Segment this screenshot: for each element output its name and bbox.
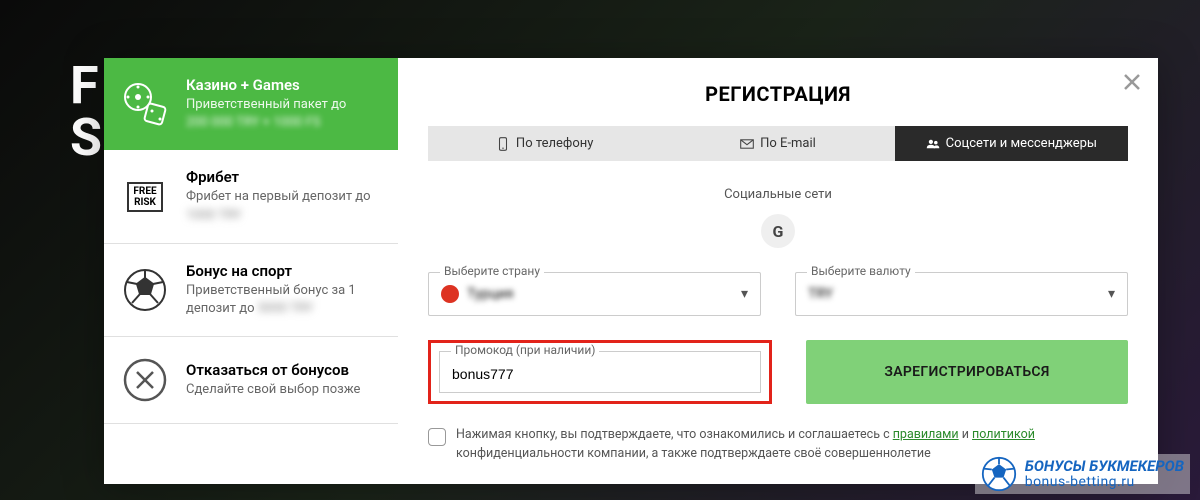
social-networks-label: Социальные сети	[428, 187, 1128, 202]
tab-label: По телефону	[516, 136, 593, 151]
register-button-label: ЗАРЕГИСТРИРОВАТЬСЯ	[884, 364, 1049, 380]
blurred-value: 1000 TRY	[186, 207, 241, 225]
bg-line: S	[70, 112, 102, 164]
free-risk-icon: FREE RISK	[120, 172, 170, 222]
close-icon	[1124, 74, 1140, 90]
tab-label: Соцсети и мессенджеры	[946, 136, 1097, 151]
sidebar-item-title: Бонус на спорт	[186, 262, 382, 280]
close-circle-icon	[120, 355, 170, 405]
close-button[interactable]	[1120, 70, 1144, 94]
watermark-brand: БОНУСЫ БУКМЕКЕРОВ bonus-betting.ru	[975, 454, 1190, 494]
sidebar-item-body: Отказаться от бонусов Сделайте свой выбо…	[186, 361, 382, 399]
page-title: РЕГИСТРАЦИЯ	[428, 82, 1128, 106]
field-label: Выберите страну	[440, 264, 544, 278]
people-icon	[926, 137, 940, 151]
sidebar-item-title: Фрибет	[186, 168, 382, 186]
sidebar-item-title: Казино + Games	[186, 76, 382, 94]
tab-label: По E-mail	[760, 136, 816, 151]
field-label: Выберите валюту	[807, 264, 915, 278]
sidebar-item-freebet[interactable]: FREE RISK Фрибет Фрибет на первый депози…	[104, 150, 398, 243]
currency-select[interactable]: TRY ▾	[795, 272, 1128, 316]
social-buttons-row: G	[428, 214, 1128, 248]
soccer-ball-icon	[981, 456, 1017, 492]
promo-field: Промокод (при наличии)	[439, 351, 761, 393]
sidebar-item-subtitle: Приветственный бонус за 1 депозит до 500…	[186, 282, 382, 318]
register-button[interactable]: ЗАРЕГИСТРИРОВАТЬСЯ	[806, 340, 1128, 404]
promo-input[interactable]	[439, 351, 761, 393]
brand-text: БОНУСЫ БУКМЕКЕРОВ bonus-betting.ru	[1025, 459, 1184, 489]
bg-line: F	[70, 60, 102, 112]
sidebar-item-subtitle: Фрибет на первый депозит до 1000 TRY	[186, 188, 382, 224]
tab-phone[interactable]: По телефону	[428, 126, 661, 161]
rules-link[interactable]: правилами	[893, 427, 959, 442]
blurred-value: 5000 TRY	[258, 300, 313, 318]
chevron-down-icon: ▾	[741, 286, 748, 302]
sidebar-item-subtitle: Сделайте свой выбор позже	[186, 381, 382, 399]
field-label: Промокод (при наличии)	[451, 343, 599, 357]
promo-register-row: Промокод (при наличии) ЗАРЕГИСТРИРОВАТЬС…	[428, 340, 1128, 404]
tab-social[interactable]: Соцсети и мессенджеры	[895, 126, 1128, 161]
chevron-down-icon: ▾	[1108, 286, 1115, 302]
country-field: Выберите страну Турция ▾	[428, 272, 761, 316]
sidebar-item-subtitle: Приветственный пакет до 200 000 TRY + 10…	[186, 96, 382, 132]
country-select[interactable]: Турция ▾	[428, 272, 761, 316]
bg-promo-text: F S	[70, 60, 102, 164]
google-icon: G	[773, 222, 784, 241]
registration-panel: РЕГИСТРАЦИЯ По телефону По E-mail Соцсет…	[398, 58, 1158, 484]
promo-highlight-box: Промокод (при наличии)	[428, 340, 772, 404]
currency-value: TRY	[808, 286, 833, 302]
brand-title: БОНУСЫ БУКМЕКЕРОВ	[1025, 459, 1184, 475]
country-currency-row: Выберите страну Турция ▾ Выберите валюту…	[428, 272, 1128, 316]
sidebar-item-sport-bonus[interactable]: Бонус на спорт Приветственный бонус за 1…	[104, 244, 398, 337]
sidebar-item-casino[interactable]: Казино + Games Приветственный пакет до 2…	[104, 58, 398, 150]
sidebar-item-body: Фрибет Фрибет на первый депозит до 1000 …	[186, 168, 382, 224]
brand-url: bonus-betting.ru	[1025, 475, 1184, 490]
tab-email[interactable]: По E-mail	[661, 126, 894, 161]
sidebar-item-body: Казино + Games Приветственный пакет до 2…	[186, 76, 382, 132]
google-login-button[interactable]: G	[761, 214, 795, 248]
blurred-value: 200 000 TRY + 1000 FS	[186, 114, 320, 132]
sidebar-item-title: Отказаться от бонусов	[186, 361, 382, 379]
flag-icon	[441, 285, 459, 303]
sidebar-item-decline-bonus[interactable]: Отказаться от бонусов Сделайте свой выбо…	[104, 337, 398, 424]
bonus-sidebar: Казино + Games Приветственный пакет до 2…	[104, 58, 398, 484]
registration-tabs: По телефону По E-mail Соцсети и мессендж…	[428, 126, 1128, 161]
phone-icon	[496, 137, 510, 151]
soccer-ball-icon	[120, 265, 170, 315]
policy-link[interactable]: политикой	[972, 427, 1035, 442]
sidebar-item-body: Бонус на спорт Приветственный бонус за 1…	[186, 262, 382, 318]
casino-chip-dice-icon	[120, 79, 170, 129]
registration-modal: Казино + Games Приветственный пакет до 2…	[104, 58, 1158, 484]
envelope-icon	[740, 137, 754, 151]
country-value: Турция	[467, 286, 513, 302]
currency-field: Выберите валюту TRY ▾	[795, 272, 1128, 316]
consent-checkbox[interactable]	[428, 428, 446, 446]
